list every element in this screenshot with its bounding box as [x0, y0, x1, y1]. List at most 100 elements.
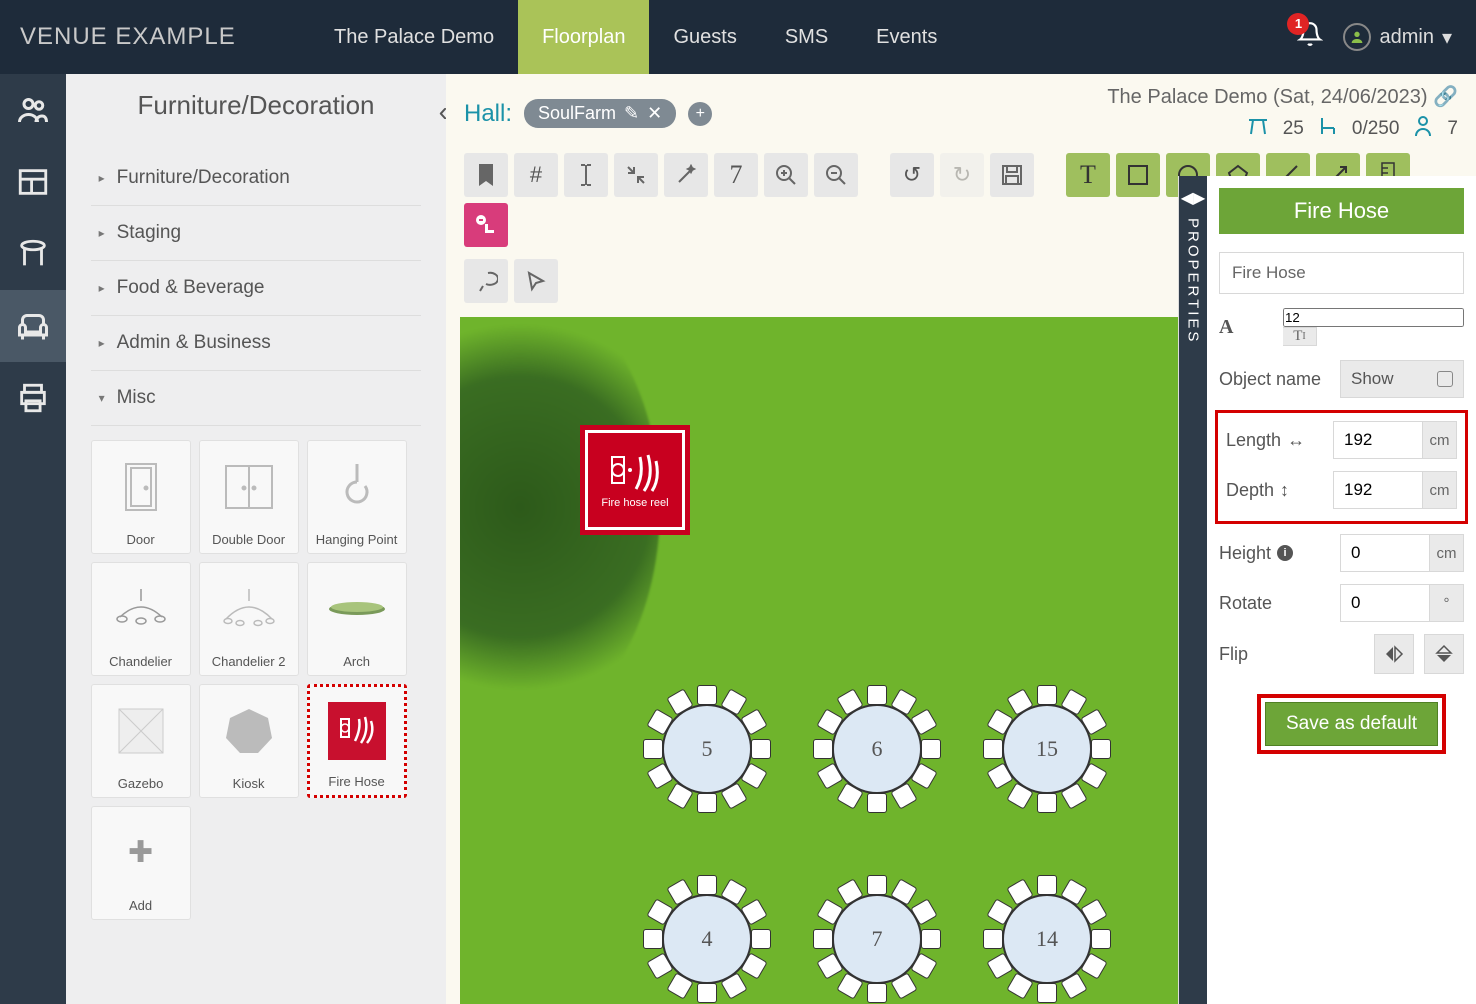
topbar: VENUE EXAMPLE The Palace Demo Floorplan … — [0, 0, 1476, 74]
dimensions-highlight: Length ↔ cm Depth ↕ cm — [1215, 410, 1468, 524]
caret-right-icon: ▸ — [99, 336, 105, 350]
tool-text[interactable]: T — [1066, 153, 1110, 197]
properties-tab[interactable]: ◀▶ PROPERTIES — [1179, 176, 1207, 1004]
object-name-label: Object name — [1219, 369, 1340, 390]
tool-undo[interactable]: ↺ — [890, 153, 934, 197]
topnav: The Palace Demo Floorplan Guests SMS Eve… — [310, 0, 961, 74]
tool-rect[interactable] — [1116, 153, 1160, 197]
save-highlight: Save as default — [1257, 694, 1446, 754]
chair-icon — [1318, 116, 1338, 142]
notifications-button[interactable]: 1 — [1297, 21, 1323, 54]
height-arrow-icon: ↕ — [1280, 480, 1289, 501]
font-size-input[interactable] — [1283, 308, 1464, 327]
rotate-input[interactable] — [1340, 584, 1430, 622]
nav-events[interactable]: Events — [852, 0, 961, 74]
item-add[interactable]: ✚Add — [91, 806, 191, 920]
item-gazebo[interactable]: Gazebo — [91, 684, 191, 798]
canvas-fire-hose[interactable]: Fire hose reel — [580, 425, 690, 535]
rail-print[interactable] — [0, 362, 66, 434]
width-arrow-icon: ↔ — [1287, 430, 1305, 451]
rail-guests[interactable] — [0, 74, 66, 146]
table-7[interactable]: 7 — [815, 877, 939, 1001]
table-5[interactable]: 5 — [645, 687, 769, 811]
tool-wand[interactable] — [664, 153, 708, 197]
tool-shrink[interactable] — [614, 153, 658, 197]
rotate-label: Rotate — [1219, 593, 1340, 614]
user-menu[interactable]: admin ▾ — [1343, 23, 1452, 51]
username-label: admin — [1379, 26, 1433, 49]
item-door[interactable]: Door — [91, 440, 191, 554]
show-toggle[interactable]: Show — [1340, 360, 1464, 398]
cat-staging[interactable]: ▸Staging — [91, 206, 422, 261]
item-arch[interactable]: Arch — [307, 562, 407, 676]
sidebar: ‹ Furniture/Decoration ▸Furniture/Decora… — [66, 74, 446, 1004]
depth-input[interactable] — [1333, 471, 1423, 509]
name-input[interactable] — [1219, 252, 1464, 294]
close-icon[interactable]: ✕ — [647, 103, 662, 124]
tool-pointer[interactable] — [514, 259, 558, 303]
hall-chip[interactable]: SoulFarm ✎ ✕ — [524, 99, 676, 128]
caret-right-icon: ▸ — [99, 226, 105, 240]
flip-vertical[interactable] — [1424, 634, 1464, 674]
checkbox-icon — [1437, 371, 1453, 387]
table-6[interactable]: 6 — [815, 687, 939, 811]
tool-zoom-in[interactable] — [764, 153, 808, 197]
height-input[interactable] — [1340, 534, 1430, 572]
length-input[interactable] — [1333, 421, 1423, 459]
item-chandelier-2[interactable]: Chandelier 2 — [199, 562, 299, 676]
caret-down-icon: ▾ — [1442, 25, 1452, 50]
nav-guests[interactable]: Guests — [649, 0, 760, 74]
item-hanging-point[interactable]: Hanging Point — [307, 440, 407, 554]
length-label: Length ↔ — [1226, 430, 1333, 451]
nav-sms[interactable]: SMS — [761, 0, 852, 74]
pencil-icon[interactable]: ✎ — [624, 103, 639, 124]
nav-palace-demo[interactable]: The Palace Demo — [310, 0, 518, 74]
cat-admin-business[interactable]: ▸Admin & Business — [91, 316, 422, 371]
nav-floorplan[interactable]: Floorplan — [518, 0, 649, 74]
table-icon — [1247, 116, 1269, 142]
brand-title: VENUE EXAMPLE — [0, 23, 310, 51]
tool-bookmark[interactable] — [464, 153, 508, 197]
sidebar-title: Furniture/Decoration — [80, 90, 432, 121]
hall-add[interactable]: + — [688, 102, 712, 126]
hall-event: The Palace Demo (Sat, 24/06/2023) 🔗 — [1107, 84, 1458, 109]
tool-zoom-out[interactable] — [814, 153, 858, 197]
cat-food-beverage[interactable]: ▸Food & Beverage — [91, 261, 422, 316]
table-14[interactable]: 14 — [985, 877, 1109, 1001]
save-as-default-button[interactable]: Save as default — [1265, 702, 1438, 746]
font-icon: A — [1219, 316, 1283, 339]
workarea: Hall: SoulFarm ✎ ✕ + The Palace Demo (Sa… — [446, 74, 1476, 1004]
table-15[interactable]: 15 — [985, 687, 1109, 811]
text-size-icon[interactable]: TI — [1283, 327, 1317, 346]
caret-down-icon: ▾ — [99, 391, 105, 405]
cat-misc[interactable]: ▾Misc — [91, 371, 422, 426]
flip-horizontal[interactable] — [1374, 634, 1414, 674]
plus-icon: ✚ — [128, 835, 153, 870]
tool-save[interactable] — [990, 153, 1034, 197]
notification-badge: 1 — [1287, 13, 1309, 35]
link-icon[interactable]: 🔗 — [1433, 86, 1458, 108]
caret-right-icon: ▸ — [99, 281, 105, 295]
tool-textcursor[interactable] — [564, 153, 608, 197]
flip-label: Flip — [1219, 644, 1374, 665]
item-kiosk[interactable]: Kiosk — [199, 684, 299, 798]
rail-tables[interactable] — [0, 218, 66, 290]
tool-redo[interactable]: ↻ — [940, 153, 984, 197]
tool-seven[interactable]: 7 — [714, 153, 758, 197]
hall-label: Hall: — [464, 100, 512, 128]
tool-lasso[interactable] — [464, 259, 508, 303]
cat-furniture[interactable]: ▸Furniture/Decoration — [91, 151, 422, 206]
tool-remove-chair[interactable] — [464, 203, 508, 247]
table-4[interactable]: 4 — [645, 877, 769, 1001]
rail-layout[interactable] — [0, 146, 66, 218]
avatar-icon — [1343, 23, 1371, 51]
tool-grid[interactable]: # — [514, 153, 558, 197]
expand-icon: ◀▶ — [1181, 188, 1206, 208]
item-double-door[interactable]: Double Door — [199, 440, 299, 554]
item-chandelier[interactable]: Chandelier — [91, 562, 191, 676]
item-fire-hose[interactable]: Fire Hose — [307, 684, 407, 798]
caret-right-icon: ▸ — [99, 171, 105, 185]
info-icon: i — [1277, 545, 1293, 561]
iconrail — [0, 74, 66, 1004]
rail-furniture[interactable] — [0, 290, 66, 362]
